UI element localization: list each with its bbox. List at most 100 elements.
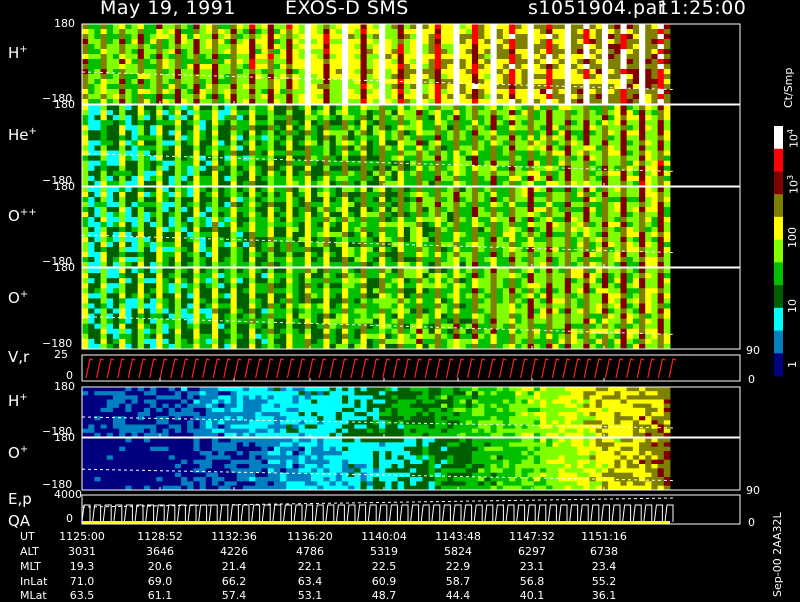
ephemeris-value: 57.4	[222, 589, 247, 602]
ephemeris-value: 23.1	[520, 560, 545, 573]
panel-label-h-plus-2: H+	[8, 392, 28, 410]
panel-ep-qa	[82, 498, 675, 524]
colorbar-tick: 104	[786, 129, 800, 148]
panel-h-plus-2	[82, 387, 675, 437]
charge-superscript: +	[29, 126, 37, 137]
ephemeris-value: 40.1	[520, 589, 545, 602]
colorbar-swatch	[774, 217, 783, 240]
ephemeris-value: 6738	[590, 545, 618, 558]
panel-label-o-plus: O+	[8, 289, 28, 307]
ephemeris-value: 63.5	[70, 589, 95, 602]
ephemeris-value: 22.1	[298, 560, 323, 573]
panel-he-plus	[82, 105, 675, 186]
right-tick-top: 90	[746, 344, 760, 357]
plot-date: May 19, 1991	[100, 0, 236, 19]
colorbar-swatch	[774, 240, 783, 263]
plot-time: 11:25:00	[657, 0, 746, 19]
ephemeris-value: 44.4	[446, 589, 471, 602]
ephemeris-value: 1143:48	[435, 530, 481, 543]
ephemeris-value: 1128:52	[137, 530, 183, 543]
colorbar-swatch	[774, 353, 783, 376]
ephemeris-value: 6297	[518, 545, 546, 558]
ephemeris-value: 36.1	[592, 589, 617, 602]
ephemeris-value: 56.8	[520, 575, 545, 588]
charge-superscript: ++	[20, 207, 37, 218]
right-tick-bottom: 0	[748, 516, 755, 529]
right-tick-bottom: 0	[748, 373, 755, 386]
panel-label-o-plus-plus: O++	[8, 207, 37, 225]
spectrogram-plot	[0, 0, 800, 600]
ephemeris-value: 48.7	[372, 589, 397, 602]
ephemeris-value: 22.9	[446, 560, 471, 573]
colorbar-swatch	[774, 126, 783, 149]
ephemeris-value: 63.4	[298, 575, 323, 588]
ephemeris-value: 21.4	[222, 560, 247, 573]
ephemeris-label: MLT	[20, 560, 41, 573]
panel-o-plus	[82, 268, 675, 349]
ephemeris-value: 1125:00	[59, 530, 105, 543]
ephemeris-value: 55.2	[592, 575, 617, 588]
charge-superscript: +	[19, 392, 27, 403]
energy-trace	[82, 505, 673, 522]
ephemeris-value: 23.4	[592, 560, 617, 573]
ephemeris-value: 22.5	[372, 560, 397, 573]
instrument-name: EXOS-D SMS	[285, 0, 409, 19]
pitch-trace	[82, 498, 675, 507]
tick-top: 180	[54, 98, 75, 111]
colorbar-swatch	[774, 285, 783, 308]
version-label: Sep-00 2AA32L	[771, 512, 784, 597]
panel-label-h-plus: H+	[8, 44, 28, 62]
ephemeris-value: 71.0	[70, 575, 95, 588]
ephemeris-value: 60.9	[372, 575, 397, 588]
ephemeris-value: 1147:32	[509, 530, 555, 543]
panel-label-ep-qa: E,p	[8, 490, 32, 508]
ephemeris-value: 1151:16	[581, 530, 627, 543]
tick-top: 180	[54, 17, 75, 30]
panel-label-vr: V,r	[8, 348, 29, 366]
ephemeris-value: 3031	[68, 545, 96, 558]
ephemeris-label: UT	[20, 530, 35, 543]
colorbar-swatch	[774, 262, 783, 285]
tick-top: 180	[54, 261, 75, 274]
velocity-trace	[86, 359, 676, 378]
tick-top: 180	[54, 431, 75, 444]
ephemeris-value: 5824	[444, 545, 472, 558]
ephemeris-label: ALT	[20, 545, 39, 558]
panel-vr	[86, 359, 676, 378]
right-tick-top: 90	[746, 484, 760, 497]
ephemeris-value: 69.0	[148, 575, 173, 588]
colorbar-swatch	[774, 308, 783, 331]
colorbar-swatch	[774, 194, 783, 217]
tick-top: 180	[54, 380, 75, 393]
colorbar-swatch	[774, 171, 783, 194]
tick-top: 4000	[54, 488, 82, 501]
ephemeris-value: 20.6	[148, 560, 173, 573]
colorbar-swatch	[774, 149, 783, 172]
tick-top: 180	[54, 180, 75, 193]
ephemeris-value: 3646	[146, 545, 174, 558]
colorbar-tick: 100	[786, 227, 799, 248]
tick-bottom: 0	[66, 512, 73, 525]
ephemeris-value: 4226	[220, 545, 248, 558]
colorbar-exponent: 3	[786, 175, 795, 180]
colorbar-tick: 1	[786, 361, 799, 368]
colorbar-exponent: 4	[786, 129, 795, 134]
ephemeris-value: 1136:20	[287, 530, 333, 543]
panel-o-plus-plus	[82, 187, 675, 267]
colorbar-tick: 10	[786, 299, 799, 313]
ephemeris-value: 66.2	[222, 575, 247, 588]
panel-label-he-plus: He+	[8, 126, 37, 144]
colorbar-tick: 103	[786, 175, 800, 194]
ephemeris-label: InLat	[20, 575, 47, 588]
colorbar-unit-label: Ct/Smp	[782, 68, 795, 108]
panel-o-plus-2	[82, 438, 675, 490]
panel-h-plus	[82, 24, 675, 104]
ephemeris-value: 61.1	[148, 589, 173, 602]
ephemeris-value: 5319	[370, 545, 398, 558]
panel-label-qa: QA	[8, 512, 30, 530]
ephemeris-value: 19.3	[70, 560, 95, 573]
data-file: s1051904.par	[528, 0, 666, 19]
ephemeris-value: 1140:04	[361, 530, 407, 543]
panel-label-o-plus-2: O+	[8, 444, 28, 462]
ephemeris-value: 1132:36	[211, 530, 257, 543]
